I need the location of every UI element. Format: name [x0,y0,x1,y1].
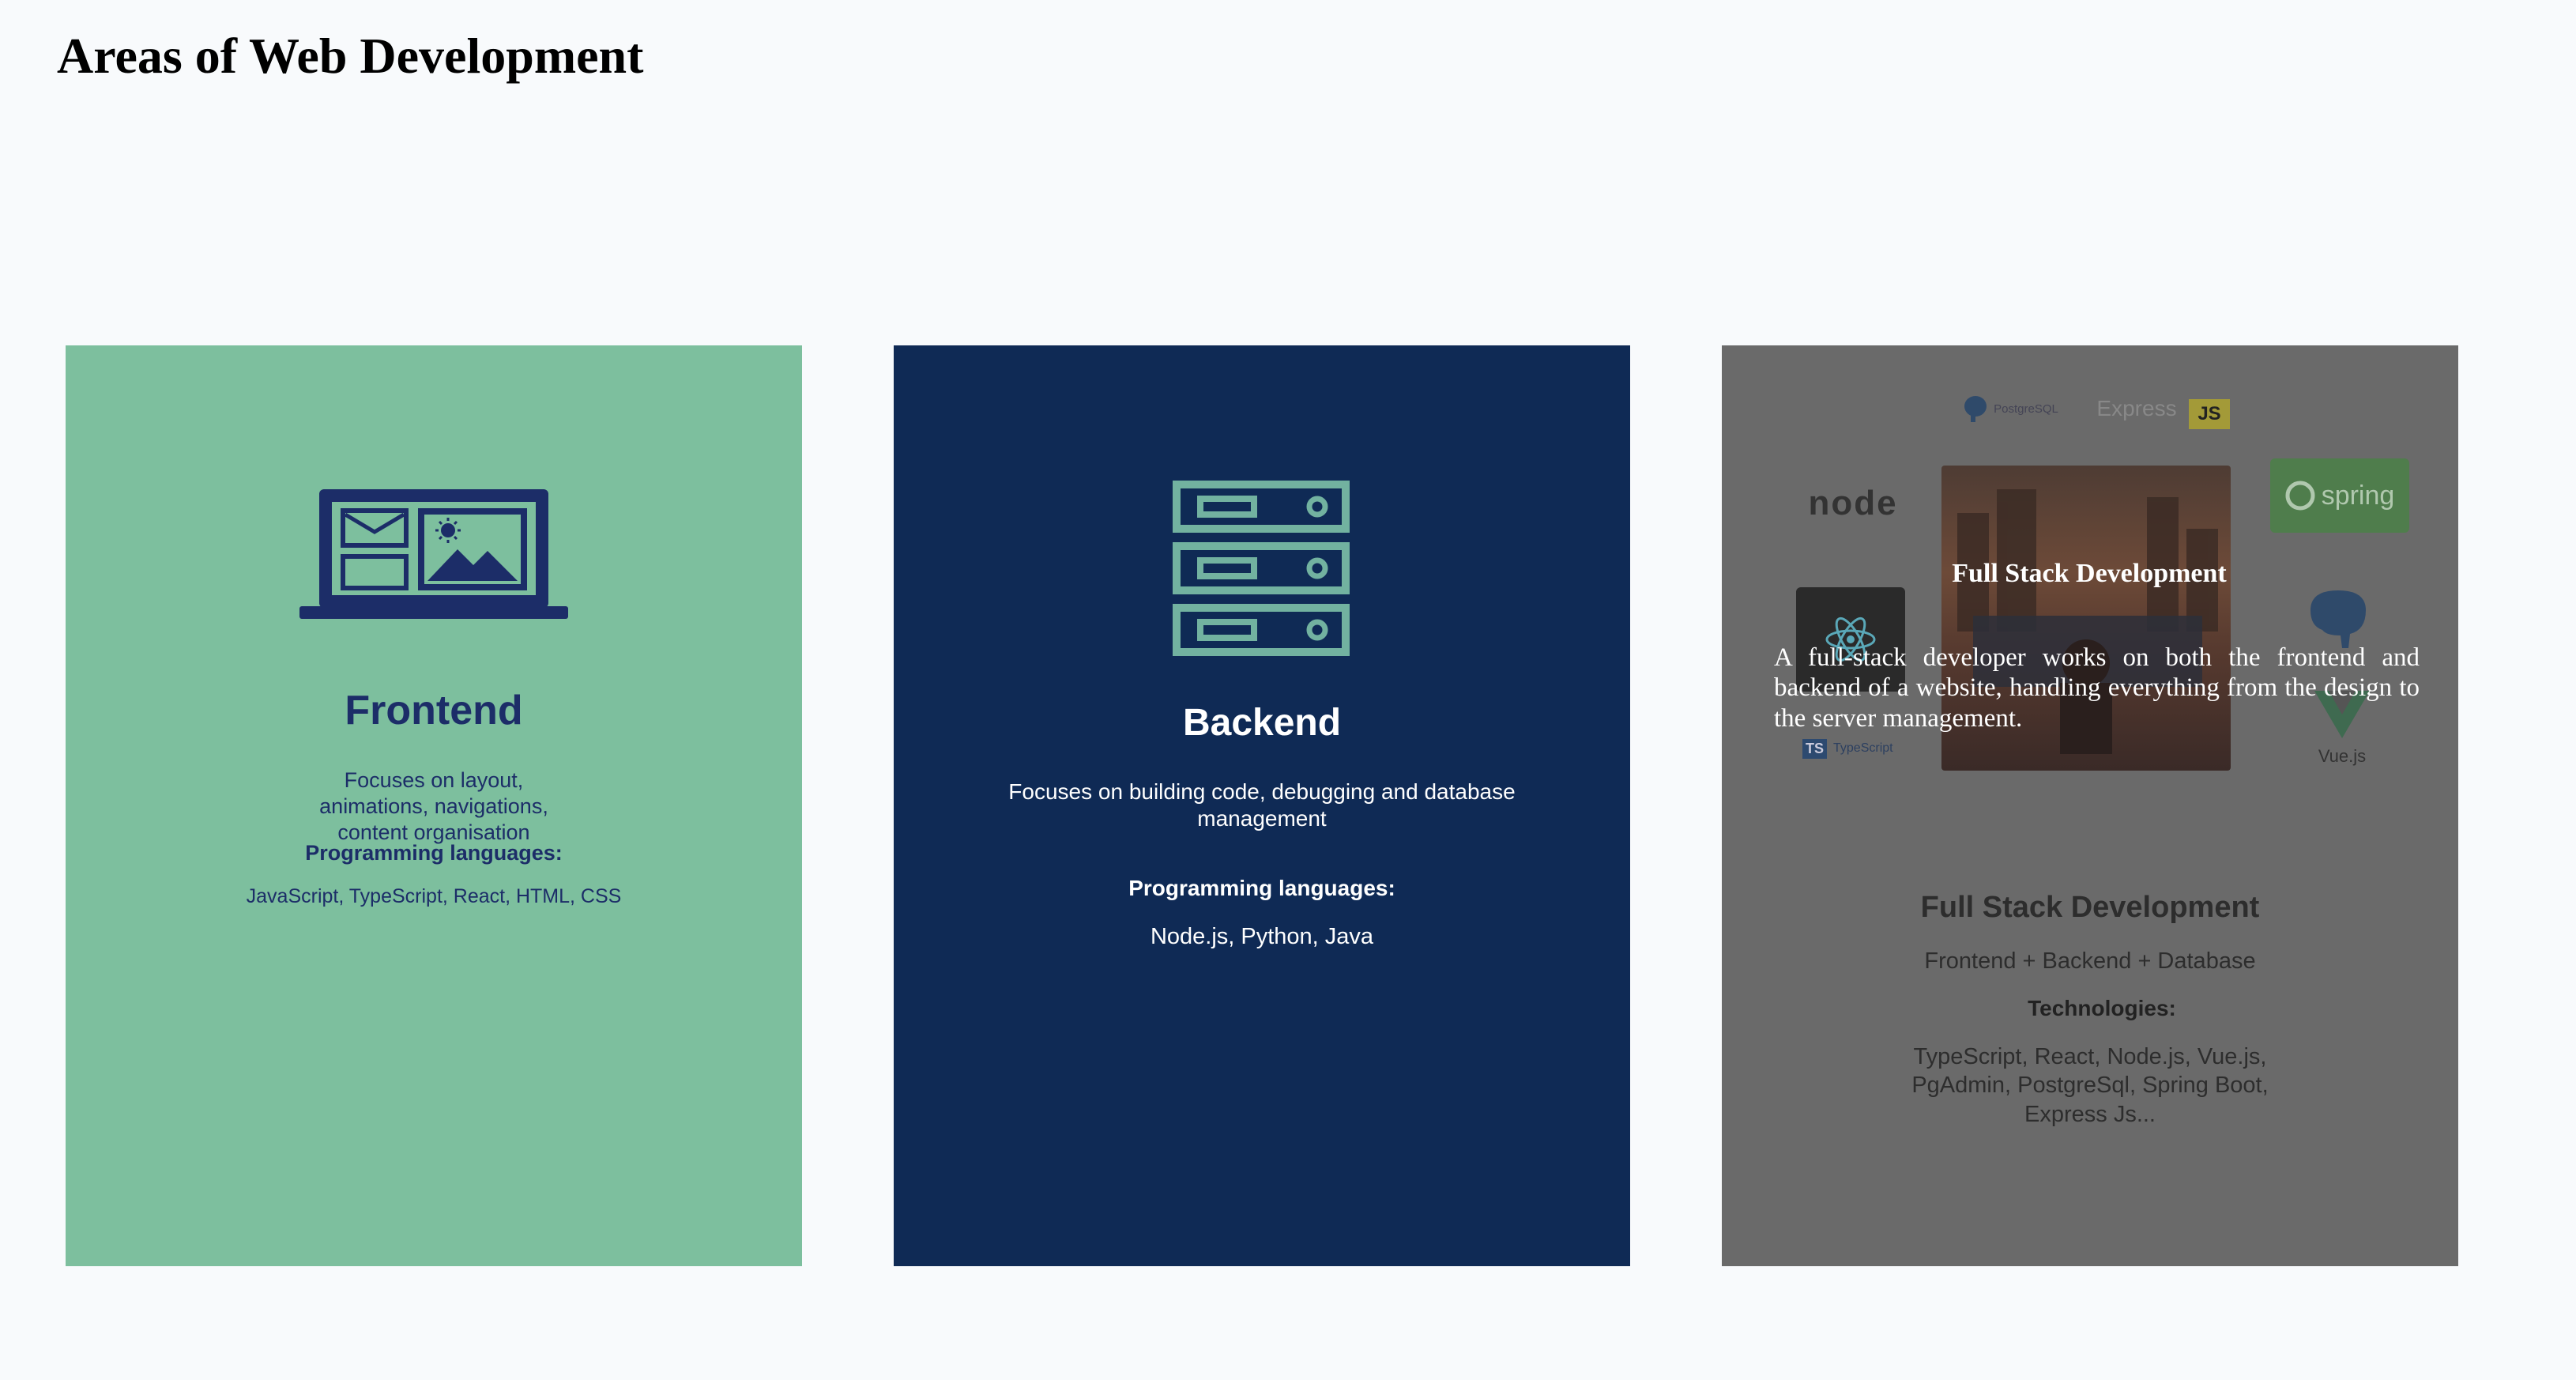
fullstack-overlay-title: Full Stack Development [1952,559,2227,588]
laptop-layout-icon [299,488,568,626]
postgresql-logo: PostgreSQL [1951,393,2069,424]
fullstack-heading: Full Stack Development [1920,891,2260,924]
fullstack-card[interactable]: PostgreSQL Express JS node spring TS Typ… [1722,345,2458,1266]
frontend-description: Focuses on layout, animations, navigatio… [319,768,548,844]
backend-description: Focuses on building code, debugging and … [1008,779,1516,831]
fullstack-technologies: TypeScript, React, Node.js, Vue.js, PgAd… [1911,1044,2269,1127]
spring-logo: spring [2270,458,2409,533]
express-logo: Express [2096,396,2177,420]
fullstack-description: Frontend + Backend + Database [1924,948,2256,974]
js-logo: JS [2189,399,2230,429]
fullstack-overlay-text: A full-stack developer works on both the… [1774,643,2420,733]
backend-subheading: Programming languages: [1128,876,1395,900]
server-stack-icon [1172,480,1354,665]
frontend-heading: Frontend [345,688,523,733]
node-logo: node [1808,484,1898,522]
frontend-subheading: Programming languages: [305,841,563,865]
fullstack-subheading: Technologies: [2028,996,2176,1020]
backend-card[interactable]: Backend Focuses on building code, debugg… [894,345,1630,1266]
frontend-languages: JavaScript, TypeScript, React, HTML, CSS [246,885,622,907]
page-title: Areas of Web Development [57,28,644,84]
backend-languages: Node.js, Python, Java [1150,924,1374,949]
typescript-logo: TS TypeScript [1802,733,1913,764]
backend-heading: Backend [1182,702,1342,744]
frontend-card[interactable]: Frontend Focuses on layout, animations, … [66,345,802,1266]
